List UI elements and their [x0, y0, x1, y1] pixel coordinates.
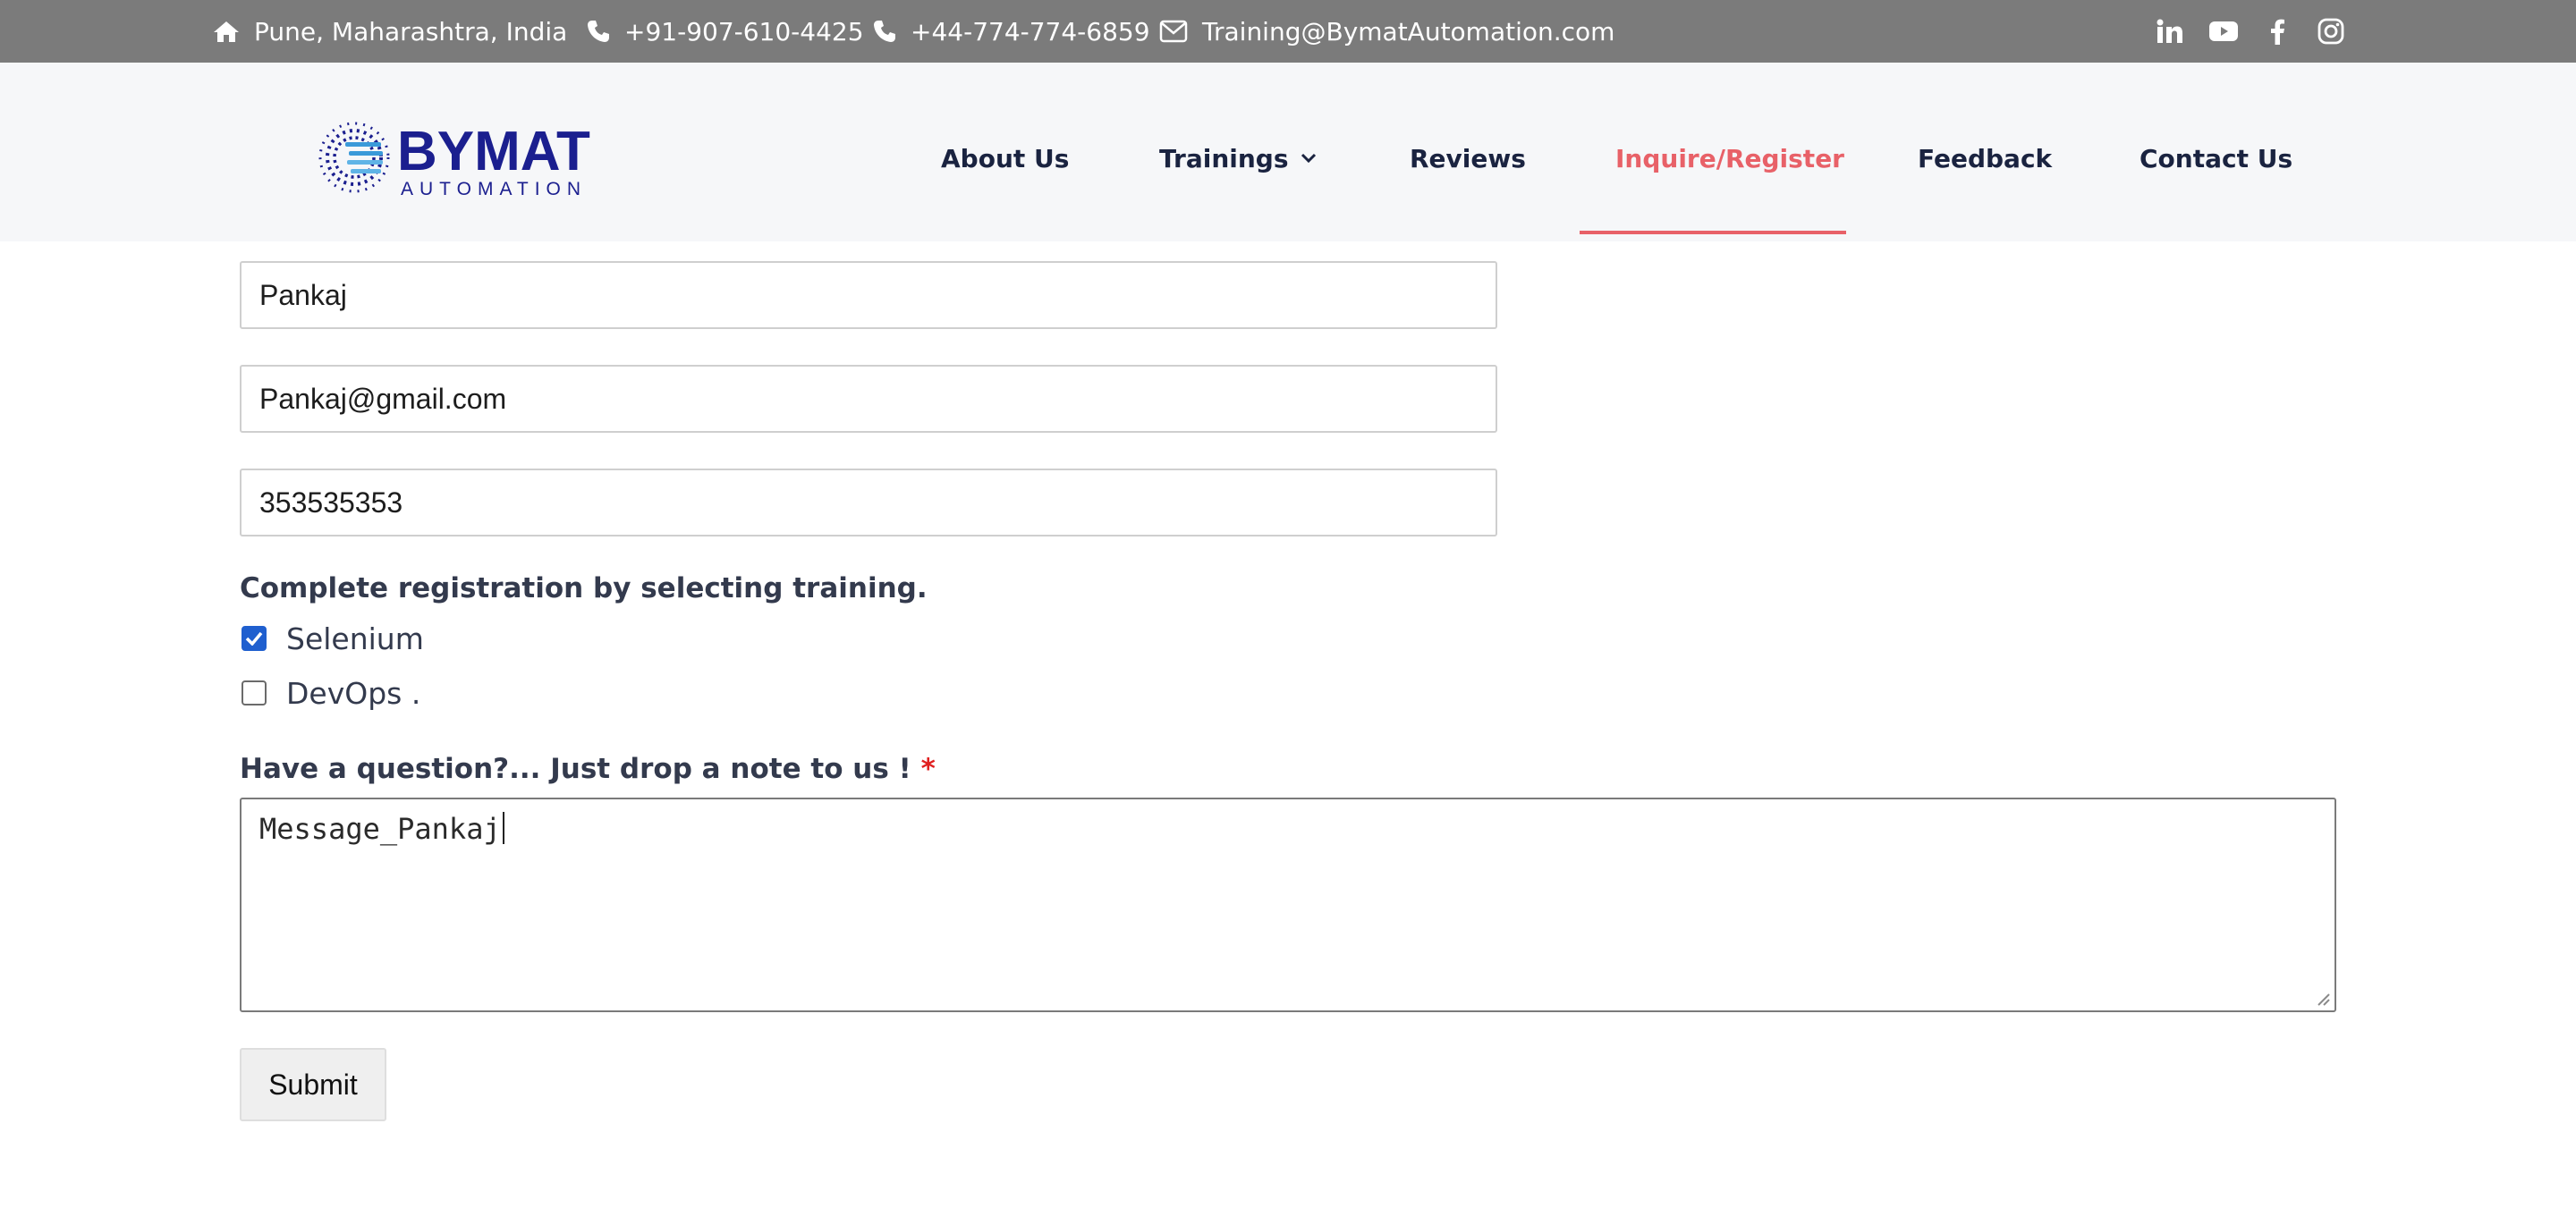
location-item: Pune, Maharashtra, India — [213, 0, 567, 63]
devops-label[interactable]: DevOps . — [286, 676, 420, 711]
phone-icon — [874, 21, 895, 42]
devops-checkbox[interactable] — [242, 680, 267, 705]
phone-input[interactable] — [240, 469, 1497, 536]
top-contact-bar: Pune, Maharashtra, India +91-907-610-442… — [0, 0, 2576, 63]
site-header: BYMAT AUTOMATION About Us Trainings Revi… — [0, 63, 2576, 241]
mail-icon — [1159, 20, 1188, 43]
training-option-selenium[interactable]: Selenium — [242, 621, 424, 656]
training-option-devops[interactable]: DevOps . — [242, 675, 420, 711]
nav-contact-us-label: Contact Us — [2140, 143, 2293, 173]
nav-reviews-label: Reviews — [1410, 143, 1526, 173]
checkmark-icon — [245, 631, 263, 646]
phone-india-item[interactable]: +91-907-610-4425 — [587, 0, 864, 63]
facebook-icon — [2271, 19, 2284, 45]
message-text: Message_Pankaj — [259, 812, 501, 846]
phone-india-text[interactable]: +91-907-610-4425 — [624, 17, 864, 46]
question-label: Have a question?... Just drop a note to … — [240, 753, 936, 785]
youtube-icon — [2209, 21, 2238, 41]
selenium-checkbox[interactable] — [242, 626, 267, 651]
phone-icon — [588, 21, 609, 42]
name-input[interactable] — [240, 261, 1497, 329]
logo-mark-icon — [318, 122, 390, 193]
training-selection-heading: Complete registration by selecting train… — [240, 572, 928, 604]
linkedin-link[interactable] — [2152, 0, 2188, 63]
nav-trainings[interactable]: Trainings — [1159, 136, 1318, 181]
email-item[interactable]: Training@BymatAutomation.com — [1159, 0, 1614, 63]
question-label-text: Have a question?... Just drop a note to … — [240, 753, 911, 785]
home-icon — [214, 21, 239, 42]
nav-feedback[interactable]: Feedback — [1918, 136, 2052, 181]
chevron-down-icon — [1301, 153, 1316, 164]
nav-active-underline — [1580, 231, 1846, 234]
email-text[interactable]: Training@BymatAutomation.com — [1202, 17, 1614, 46]
resize-grip-icon[interactable] — [2315, 991, 2331, 1007]
instagram-icon — [2318, 18, 2344, 45]
nav-inquire-register[interactable]: Inquire/Register — [1615, 136, 1844, 181]
nav-reviews[interactable]: Reviews — [1410, 136, 1526, 181]
text-caret — [502, 812, 504, 844]
facebook-link[interactable] — [2259, 0, 2295, 63]
instagram-link[interactable] — [2313, 0, 2349, 63]
nav-inquire-register-label: Inquire/Register — [1615, 143, 1844, 173]
youtube-link[interactable] — [2206, 0, 2241, 63]
logo-wordmark: BYMAT — [397, 121, 590, 182]
phone-uk-item[interactable]: +44-774-774-6859 — [873, 0, 1150, 63]
location-text: Pune, Maharashtra, India — [254, 16, 568, 46]
nav-about-us[interactable]: About Us — [941, 136, 1069, 181]
message-textarea[interactable]: Message_Pankaj — [240, 798, 2336, 1012]
selenium-label[interactable]: Selenium — [286, 621, 424, 656]
submit-button[interactable]: Submit — [240, 1048, 386, 1121]
nav-contact-us[interactable]: Contact Us — [2140, 136, 2292, 181]
bymat-logo[interactable]: BYMAT AUTOMATION — [315, 113, 610, 202]
phone-uk-text[interactable]: +44-774-774-6859 — [911, 17, 1150, 46]
nav-trainings-label: Trainings — [1159, 143, 1289, 173]
required-marker: * — [920, 753, 936, 785]
linkedin-icon — [2157, 19, 2182, 43]
nav-feedback-label: Feedback — [1918, 143, 2053, 173]
logo-tagline: AUTOMATION — [401, 179, 587, 199]
nav-about-us-label: About Us — [941, 143, 1070, 173]
email-input[interactable] — [240, 365, 1497, 433]
